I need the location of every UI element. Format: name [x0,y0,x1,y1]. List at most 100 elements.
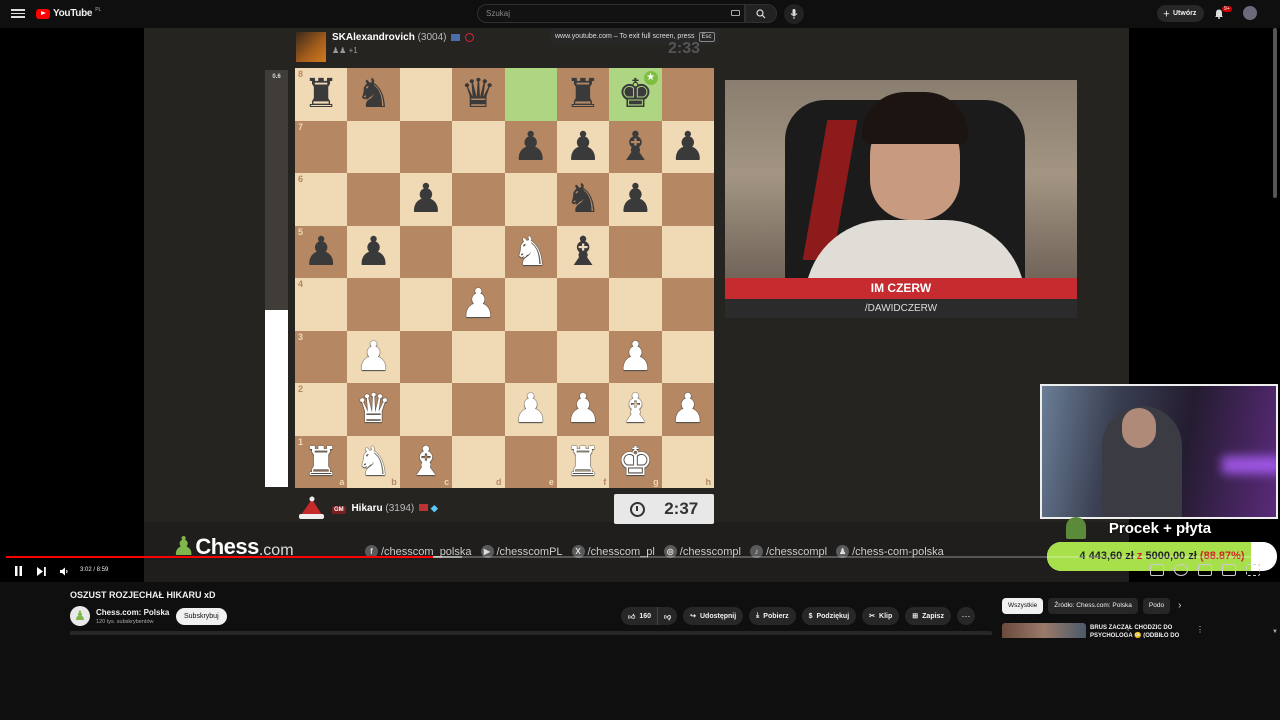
square-f5[interactable]: ♝ [556,225,610,278]
recommended-more-icon[interactable]: ⋮ [1196,625,1204,634]
square-a5[interactable]: ♟ 5 [295,225,348,278]
account-avatar[interactable] [1243,6,1257,20]
black-pawn-icon[interactable]: ♟ [356,232,392,272]
square-a6[interactable]: 6 [295,173,348,226]
black-rook-icon[interactable]: ♜ [565,74,601,114]
filter-chip[interactable]: Podo [1142,598,1171,614]
theater-icon[interactable] [1222,564,1236,576]
black-pawn-icon[interactable]: ♟ [303,232,339,272]
square-b2[interactable]: ♛ [347,383,400,436]
subtitles-icon[interactable] [1150,564,1164,576]
square-d3[interactable] [452,330,505,383]
square-b4[interactable] [347,278,400,331]
keyboard-icon[interactable] [731,10,740,16]
square-h8[interactable] [661,68,714,121]
square-f7[interactable]: ♟ [556,120,610,173]
square-b8[interactable]: ♞ [347,68,400,121]
white-pawn-icon[interactable]: ♟ [618,337,654,377]
square-f1[interactable]: ♜ f [556,435,610,488]
square-g7[interactable]: ♝ [609,120,662,173]
square-d5[interactable] [452,225,505,278]
square-f6[interactable]: ♞ [556,173,610,226]
white-bishop-icon[interactable]: ♝ [618,389,654,429]
thanks-button[interactable]: $ Podziękuj [801,607,857,625]
square-a4[interactable]: 4 [295,278,348,331]
black-knight-icon[interactable]: ♞ [565,179,601,219]
square-h6[interactable] [661,173,714,226]
square-c8[interactable] [399,68,453,121]
more-actions-button[interactable]: ⋯ [956,607,975,625]
share-button[interactable]: ↪ Udostępnij [683,607,744,625]
subscribe-button[interactable]: Subskrybuj [176,608,227,625]
page-scrollbar[interactable] [1273,28,1277,198]
white-rook-icon[interactable]: ♜ [565,442,601,482]
square-d4[interactable]: ♟ [452,278,505,331]
square-g3[interactable]: ♟ [609,330,662,383]
search-input[interactable]: Szukaj [477,4,745,23]
filter-chip[interactable]: Źródło: Chess.com: Polska [1048,598,1138,614]
progress-bar[interactable] [6,556,1274,558]
black-bishop-icon[interactable]: ♝ [618,127,654,167]
download-button[interactable]: ⤓ Pobierz [749,607,796,625]
square-f4[interactable] [556,278,610,331]
square-c7[interactable] [399,120,453,173]
square-c4[interactable] [399,278,453,331]
black-pawn-icon[interactable]: ♟ [565,127,601,167]
square-b6[interactable] [347,173,400,226]
square-c2[interactable] [399,383,453,436]
clip-button[interactable]: ✂ Klip [862,607,900,625]
square-d7[interactable] [452,120,505,173]
square-h5[interactable] [661,225,714,278]
filter-chip[interactable]: Wszystkie [1002,598,1044,614]
square-c3[interactable] [399,330,453,383]
square-b3[interactable]: ♟ [347,330,400,383]
square-e3[interactable] [504,330,557,383]
square-e8[interactable] [504,68,557,121]
black-rook-icon[interactable]: ♜ [303,74,339,114]
square-a3[interactable]: 3 [295,330,348,383]
square-c6[interactable]: ♟ [399,173,453,226]
scroll-down-icon[interactable]: ▼ [1272,629,1278,635]
square-h7[interactable]: ♟ [661,120,714,173]
square-e2[interactable]: ♟ [504,383,557,436]
square-d1[interactable]: d [452,435,505,488]
square-g1[interactable]: ♚ g [609,435,662,488]
recommended-thumbnail[interactable] [1002,623,1086,638]
like-button[interactable]: 👍︎ 160 [621,607,659,625]
square-c1[interactable]: ♝ c [399,435,453,488]
pause-button[interactable] [11,564,25,578]
black-pawn-icon[interactable]: ♟ [408,179,444,219]
white-pawn-icon[interactable]: ♟ [460,284,496,324]
black-pawn-icon[interactable]: ♟ [618,179,654,219]
square-e4[interactable] [504,278,557,331]
settings-icon[interactable] [1174,564,1188,576]
description-box[interactable] [70,631,992,635]
square-h1[interactable]: h [661,435,714,488]
chevron-right-icon[interactable]: › [1175,598,1181,614]
white-queen-icon[interactable]: ♛ [356,389,392,429]
voice-search-button[interactable] [784,4,804,24]
white-pawn-icon[interactable]: ♟ [513,389,549,429]
square-g2[interactable]: ♝ [609,383,662,436]
square-g5[interactable] [609,225,662,278]
square-e1[interactable]: e [504,435,557,488]
fullscreen-icon[interactable] [1246,564,1260,576]
next-button[interactable] [34,564,48,578]
square-e6[interactable] [504,173,557,226]
white-pawn-icon[interactable]: ♟ [356,337,392,377]
channel-name[interactable]: Chess.com: Polska [96,608,169,617]
square-h3[interactable] [661,330,714,383]
white-pawn-icon[interactable]: ♟ [565,389,601,429]
dislike-button[interactable]: 👎︎ [658,607,678,625]
square-d2[interactable] [452,383,505,436]
square-b5[interactable]: ♟ [347,225,400,278]
square-h4[interactable] [661,278,714,331]
square-b1[interactable]: ♞ b [347,435,400,488]
create-button[interactable]: ＋ Utwórz [1157,5,1205,22]
square-f8[interactable]: ♜ [556,68,610,121]
black-bishop-icon[interactable]: ♝ [565,232,601,272]
square-a2[interactable]: 2 [295,383,348,436]
square-e5[interactable]: ♞ [504,225,557,278]
volume-button[interactable] [57,564,71,578]
video-player[interactable]: SKAlexandrovich (3004) ♟♟ +1 www.youtube… [0,28,1280,582]
